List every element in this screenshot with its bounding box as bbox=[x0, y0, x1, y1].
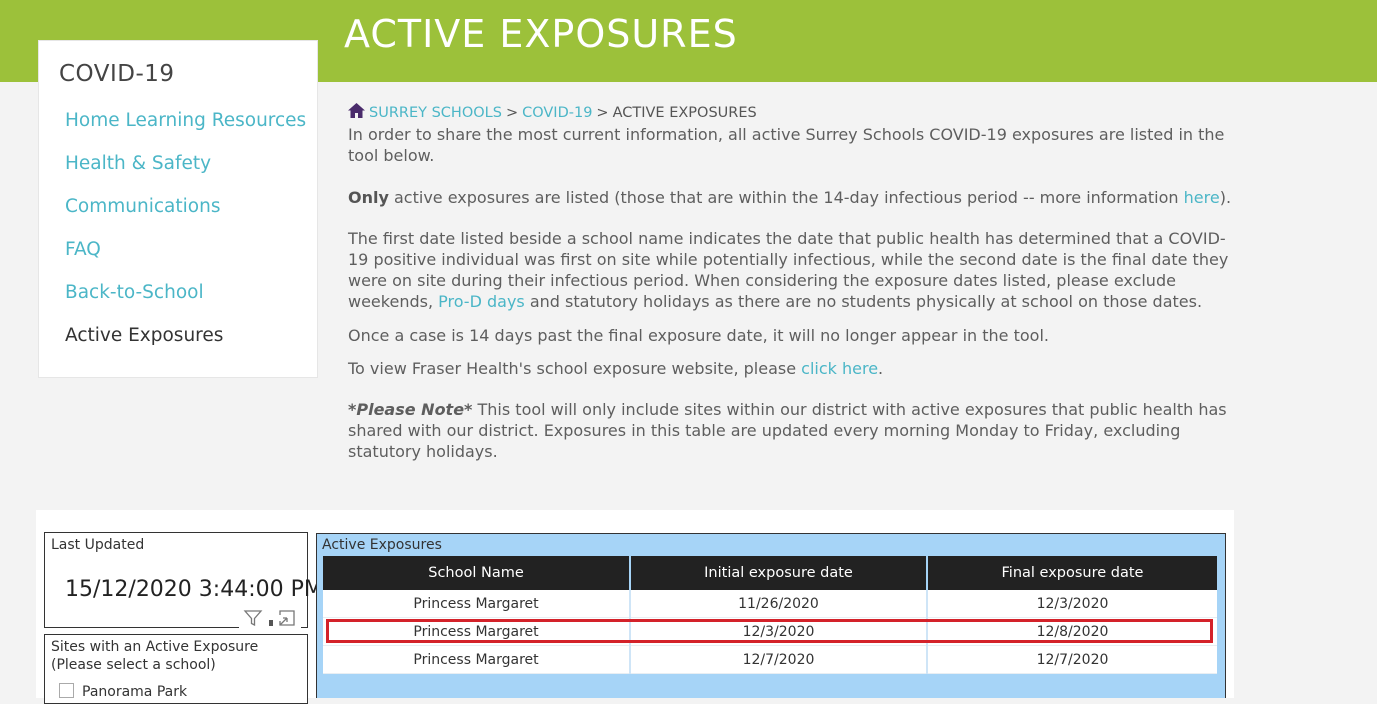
sidebar-item-back-to-school[interactable]: Back-to-School bbox=[65, 279, 306, 322]
sidebar-item-communications[interactable]: Communications bbox=[65, 193, 306, 236]
sidebar-nav: Home Learning Resources Health & Safety … bbox=[65, 107, 306, 365]
cell-school-name: Princess Margaret bbox=[323, 590, 631, 618]
resize-grip[interactable] bbox=[269, 620, 273, 626]
cell-initial-date: 12/7/2020 bbox=[630, 645, 928, 674]
breadcrumb-separator: > bbox=[505, 105, 519, 121]
sidebar-item-health-safety[interactable]: Health & Safety bbox=[65, 150, 306, 193]
column-header-initial-exposure-date[interactable]: Initial exposure date bbox=[630, 556, 928, 590]
focus-mode-icon[interactable] bbox=[277, 608, 297, 628]
last-updated-value: 15/12/2020 3:44:00 PM bbox=[65, 577, 323, 602]
active-exposures-visual: Active Exposures School Name Initial exp… bbox=[316, 533, 1226, 698]
breadcrumb-separator: > bbox=[596, 105, 609, 121]
cell-final-date: 12/7/2020 bbox=[927, 645, 1217, 674]
filter-icon[interactable] bbox=[243, 608, 263, 628]
slicer-option-panorama-park[interactable]: Panorama Park bbox=[59, 683, 187, 701]
sites-slicer-title-line2: (Please select a school) bbox=[51, 657, 216, 673]
checkbox[interactable] bbox=[59, 683, 74, 698]
home-icon[interactable] bbox=[348, 103, 365, 118]
dates-paragraph: The first date listed beside a school na… bbox=[348, 228, 1233, 312]
intro-paragraph: In order to share the most current infor… bbox=[348, 125, 1225, 165]
cell-school-name: Princess Margaret bbox=[323, 645, 631, 674]
column-header-final-exposure-date[interactable]: Final exposure date bbox=[927, 556, 1217, 590]
active-only-paragraph: Only active exposures are listed (those … bbox=[348, 187, 1233, 208]
sites-slicer-card: Sites with an Active Exposure (Please sel… bbox=[44, 634, 308, 704]
breadcrumb-current: ACTIVE EXPOSURES bbox=[612, 105, 757, 121]
sidebar-item-active-exposures[interactable]: Active Exposures bbox=[65, 322, 306, 365]
active-exposures-title: Active Exposures bbox=[322, 537, 442, 553]
fraser-health-paragraph: To view Fraser Health's school exposure … bbox=[348, 358, 1233, 379]
exposures-table: School Name Initial exposure date Final … bbox=[323, 556, 1217, 674]
fraser-health-end: . bbox=[878, 359, 884, 378]
active-only-end: ). bbox=[1219, 188, 1232, 207]
breadcrumb-link-covid-19[interactable]: COVID-19 bbox=[522, 105, 592, 121]
column-header-school-name[interactable]: School Name bbox=[323, 556, 631, 590]
past-final-paragraph: Once a case is 14 days past the final ex… bbox=[348, 326, 1049, 345]
more-info-link[interactable]: here bbox=[1184, 188, 1220, 207]
sites-slicer-title-line1: Sites with an Active Exposure bbox=[51, 639, 259, 655]
table-row[interactable]: Princess Margaret 12/3/2020 12/8/2020 bbox=[323, 617, 1217, 646]
note-paragraph: *Please Note* This tool will only includ… bbox=[348, 399, 1233, 462]
breadcrumb-link-surrey-schools[interactable]: SURREY SCHOOLS bbox=[369, 105, 502, 121]
last-updated-title: Last Updated bbox=[51, 537, 145, 553]
only-label: Only bbox=[348, 188, 389, 207]
cell-school-name: Princess Margaret bbox=[323, 617, 631, 646]
please-note-label: *Please Note* bbox=[348, 400, 473, 419]
sites-slicer-title: Sites with an Active Exposure (Please sel… bbox=[51, 638, 258, 674]
note-text: This tool will only include sites within… bbox=[348, 400, 1227, 461]
last-updated-card: Last Updated 15/12/2020 3:44:00 PM bbox=[44, 532, 323, 629]
dates-end: and statutory holidays as there are no s… bbox=[524, 292, 1203, 311]
click-here-link[interactable]: click here bbox=[801, 359, 878, 378]
cell-final-date: 12/3/2020 bbox=[927, 590, 1217, 618]
cell-initial-date: 12/3/2020 bbox=[630, 617, 928, 646]
sidebar: COVID-19 Home Learning Resources Health … bbox=[38, 40, 318, 378]
pro-d-days-link[interactable]: Pro-D days bbox=[438, 292, 525, 311]
cell-initial-date: 11/26/2020 bbox=[630, 590, 928, 618]
main-content: SURREY SCHOOLS > COVID-19 > ACTIVE EXPOSURES… bbox=[348, 102, 1233, 462]
breadcrumb: SURREY SCHOOLS > COVID-19 > ACTIVE EXPOSURES bbox=[348, 102, 1233, 124]
cell-final-date: 12/8/2020 bbox=[927, 617, 1217, 646]
table-row[interactable]: Princess Margaret 11/26/2020 12/3/2020 bbox=[323, 590, 1217, 618]
page-title: ACTIVE EXPOSURES bbox=[344, 12, 738, 56]
visual-header-icons bbox=[239, 607, 301, 629]
sidebar-item-home-learning-resources[interactable]: Home Learning Resources bbox=[65, 107, 306, 150]
table-header-row: School Name Initial exposure date Final … bbox=[323, 556, 1217, 590]
table-row[interactable]: Princess Margaret 12/7/2020 12/7/2020 bbox=[323, 645, 1217, 674]
fraser-health-text: To view Fraser Health's school exposure … bbox=[348, 359, 802, 378]
sidebar-heading: COVID-19 bbox=[59, 61, 175, 87]
sidebar-item-faq[interactable]: FAQ bbox=[65, 236, 306, 279]
active-only-text: active exposures are listed (those that … bbox=[388, 188, 1184, 207]
